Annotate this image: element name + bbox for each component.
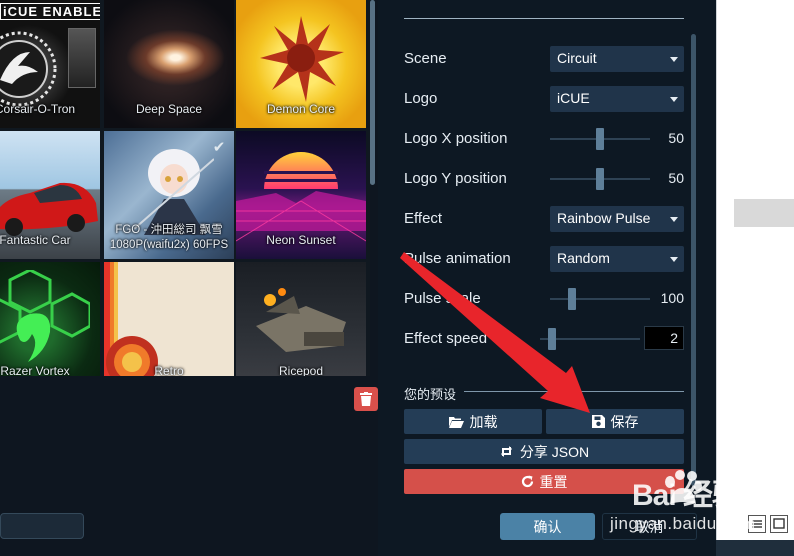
- effect-speed-row: Effect speed 2: [404, 326, 684, 352]
- logo-x-row: Logo X position 50: [404, 126, 684, 152]
- save-preset-label: 保存: [610, 413, 639, 430]
- divider: [464, 391, 684, 392]
- effect-select[interactable]: Rainbow Pulse: [550, 206, 684, 232]
- grid-view-icon[interactable]: [770, 515, 788, 533]
- pulse-scale-slider[interactable]: [550, 288, 650, 310]
- load-preset-label: 加载: [469, 413, 498, 430]
- logo-y-slider-thumb[interactable]: [596, 168, 604, 190]
- icue-enabled-badge: iCUE ENABLED: [0, 3, 100, 20]
- delete-wallpaper-button[interactable]: [354, 387, 378, 411]
- chevron-down-icon: [670, 257, 678, 262]
- anime-character-icon: [134, 149, 214, 235]
- effect-speed-slider-thumb[interactable]: [548, 328, 556, 350]
- pulse-animation-value: Random: [557, 250, 610, 266]
- save-icon: [591, 415, 605, 428]
- logo-y-label: Logo Y position: [404, 170, 507, 187]
- spiky-core-icon: [260, 16, 344, 102]
- list-view-icon[interactable]: [748, 515, 766, 533]
- logo-x-slider-thumb[interactable]: [596, 128, 604, 150]
- pulse-animation-select[interactable]: Random: [550, 246, 684, 272]
- wallpaper-grid: iCUE ENABLED Corsair-O-Tron Deep Space D…: [0, 0, 370, 376]
- window-edge: [716, 0, 717, 556]
- effect-value: Rainbow Pulse: [557, 210, 651, 226]
- wallpaper-label: Fantastic Car: [0, 233, 71, 247]
- scene-row: Scene Circuit: [404, 46, 684, 72]
- taskbar-strip: [716, 540, 794, 556]
- spaceship-icon: [256, 288, 346, 352]
- wallpaper-tile-fgo-okita[interactable]: ✔ FGO - 沖田総司 飘雪 1080P(waifu2x) 60FPS: [104, 131, 234, 259]
- wallpaper-tile-corsair-o-tron[interactable]: iCUE ENABLED Corsair-O-Tron: [0, 0, 100, 128]
- logo-y-row: Logo Y position 50: [404, 166, 684, 192]
- cancel-button[interactable]: 取消: [602, 513, 697, 540]
- effect-label: Effect: [404, 210, 443, 227]
- pulse-scale-label: Pulse scale: [404, 290, 481, 307]
- wallpaper-tile-ricepod[interactable]: Ricepod: [236, 262, 366, 376]
- logo-x-slider[interactable]: [550, 128, 650, 150]
- logo-value: iCUE: [557, 90, 590, 106]
- folder-open-icon: [448, 416, 464, 428]
- search-input[interactable]: [0, 513, 84, 539]
- load-preset-button[interactable]: 加载: [404, 409, 542, 434]
- share-json-button[interactable]: 分享 JSON: [404, 439, 684, 464]
- settings-panel: Scene Circuit Logo iCUE Logo X position …: [378, 0, 716, 556]
- wallpaper-tile-razer-vortex[interactable]: Razer Vortex: [0, 262, 100, 376]
- refresh-icon: [521, 475, 533, 488]
- pulse-scale-row: Pulse scale 100: [404, 286, 684, 312]
- confirm-button[interactable]: 确认: [500, 513, 595, 540]
- reset-button[interactable]: 重置: [404, 469, 684, 494]
- wallpaper-label: Demon Core: [266, 102, 336, 116]
- logo-y-value: 50: [668, 170, 684, 186]
- chevron-down-icon: [670, 57, 678, 62]
- logo-label: Logo: [404, 90, 438, 107]
- effect-speed-slider[interactable]: [540, 328, 640, 350]
- save-preset-button[interactable]: 保存: [546, 409, 684, 434]
- pulse-scale-value: 100: [660, 290, 684, 306]
- reset-label: 重置: [539, 473, 568, 490]
- background-window: [716, 0, 794, 556]
- presets-title: 您的预设: [404, 387, 457, 402]
- scene-select[interactable]: Circuit: [550, 46, 684, 72]
- pulse-animation-label: Pulse animation: [404, 250, 511, 267]
- logo-row: Logo iCUE: [404, 86, 684, 112]
- wallpaper-label: Corsair-O-Tron: [0, 102, 76, 116]
- wallpaper-label: Retro: [154, 364, 184, 376]
- effect-row: Effect Rainbow Pulse: [404, 206, 684, 232]
- trash-icon: [360, 392, 372, 406]
- wallpaper-tile-neon-sunset[interactable]: Neon Sunset: [236, 131, 366, 259]
- wallpaper-label: Deep Space: [135, 102, 203, 116]
- effect-speed-input[interactable]: 2: [644, 326, 684, 350]
- pulse-scale-slider-thumb[interactable]: [568, 288, 576, 310]
- wallpaper-label-line2: 1080P(waifu2x) 60FPS: [109, 239, 229, 251]
- razer-snake-icon: [0, 270, 90, 362]
- wallpaper-tile-demon-core[interactable]: Demon Core: [236, 0, 366, 128]
- settings-scrollbar[interactable]: [691, 34, 696, 486]
- icue-badge-text: iCUE ENABLED: [0, 3, 100, 20]
- share-json-label: 分享 JSON: [519, 443, 590, 460]
- wallpaper-label: FGO - 沖田総司 飘雪 1080P(waifu2x) 60FPS: [104, 223, 234, 253]
- wallpaper-label: Razer Vortex: [0, 364, 70, 376]
- retweet-icon: [500, 446, 512, 457]
- scene-label: Scene: [404, 50, 447, 67]
- divider: [404, 18, 684, 19]
- selected-check-icon: ✔: [212, 139, 226, 156]
- logo-x-label: Logo X position: [404, 130, 508, 147]
- effect-speed-label: Effect speed: [404, 330, 488, 347]
- scene-value: Circuit: [557, 50, 597, 66]
- wallpaper-tile-retro[interactable]: Retro: [104, 262, 234, 376]
- wallpaper-tile-deep-space[interactable]: Deep Space: [104, 0, 234, 128]
- pulse-animation-row: Pulse animation Random: [404, 246, 684, 272]
- chevron-down-icon: [670, 217, 678, 222]
- list-item[interactable]: [734, 199, 794, 227]
- wallpaper-scrollbar[interactable]: [370, 0, 375, 185]
- corsair-logo-icon: [0, 31, 57, 107]
- logo-x-value: 50: [668, 130, 684, 146]
- wallpaper-tile-fantastic-car[interactable]: Fantastic Car: [0, 131, 100, 259]
- wallpaper-label: Neon Sunset: [266, 233, 336, 247]
- wallpaper-label: Ricepod: [278, 364, 324, 376]
- wallpaper-label-line1: FGO - 沖田総司 飘雪: [115, 224, 223, 236]
- logo-select[interactable]: iCUE: [550, 86, 684, 112]
- logo-y-slider[interactable]: [550, 168, 650, 190]
- chevron-down-icon: [670, 97, 678, 102]
